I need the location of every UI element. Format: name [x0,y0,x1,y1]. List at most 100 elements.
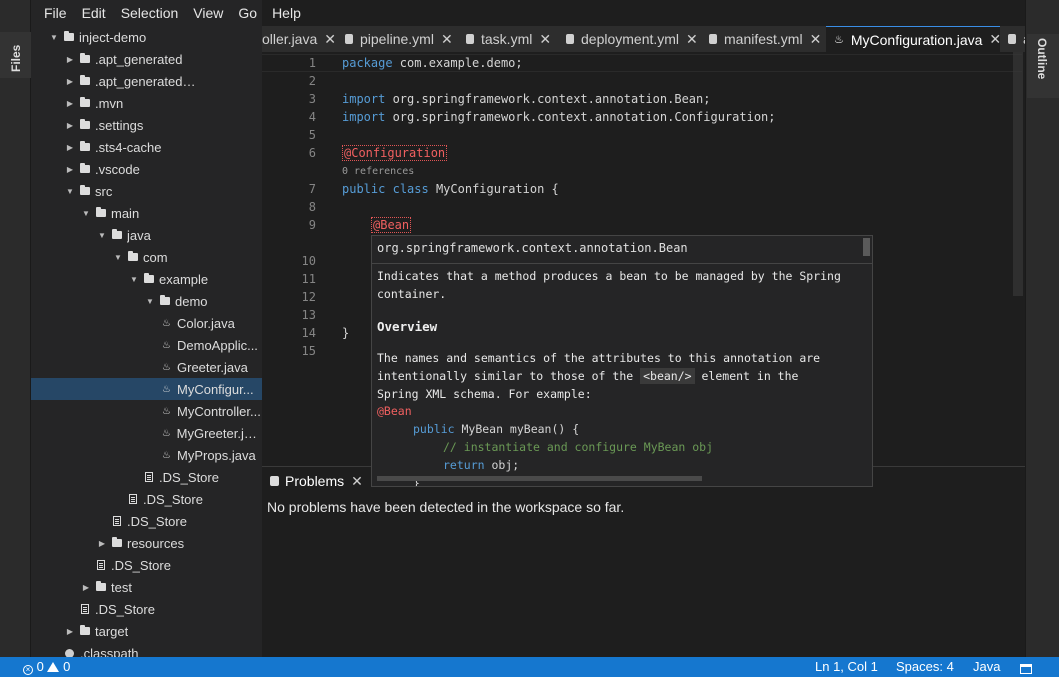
tree-file[interactable]: ♨ Color.java [31,312,262,334]
editor-tab[interactable]: manifest.yml ✕ [701,26,831,52]
tree-item-label: resources [127,535,185,551]
folder-icon [80,163,90,173]
chevron-right-icon[interactable]: ▶ [65,143,75,152]
tab-label: deployment.yml [581,31,680,47]
tree-file[interactable]: .DS_Store [31,598,262,620]
menu-help[interactable]: Help [272,5,301,21]
menu-view[interactable]: View [193,5,223,21]
tree-file[interactable]: ♨ Greeter.java [31,356,262,378]
chevron-down-icon[interactable]: ▼ [65,187,75,196]
tree-file[interactable]: ♨ MyConfigur... [31,378,262,400]
menu-bar: File Edit Selection View Go Help [31,0,301,26]
tree-folder[interactable]: ▼ src [31,180,262,202]
chevron-right-icon[interactable]: ▶ [65,165,75,174]
files-view-tab[interactable]: Files [0,32,31,78]
close-icon[interactable]: ✕ [324,31,336,48]
tree-item-label: .vscode [95,161,140,177]
tree-folder[interactable]: ▶ .sts4-cache [31,136,262,158]
close-icon[interactable]: ✕ [686,31,698,48]
chevron-down-icon[interactable]: ▼ [145,297,155,306]
problems-status[interactable]: × 0 0 [23,659,70,675]
close-icon[interactable]: ✕ [810,31,822,48]
tree-file[interactable]: .DS_Store [31,466,262,488]
chevron-right-icon[interactable]: ▶ [65,77,75,86]
chevron-right-icon[interactable]: ▶ [81,583,91,592]
editor-tab[interactable]: ♨ MyConfiguration.java ✕ [826,26,1011,52]
tree-folder[interactable]: ▼ inject-demo [31,26,262,48]
menu-file[interactable]: File [44,5,67,21]
editor-tab[interactable]: a [1000,26,1025,52]
document-icon [129,494,137,504]
chevron-down-icon[interactable]: ▼ [81,209,91,218]
tree-folder[interactable]: ▼ java [31,224,262,246]
tree-file[interactable]: .classpath [31,642,262,657]
tree-item-label: com [143,249,168,265]
keyword-return: return [443,458,485,472]
editor-scrollbar[interactable] [1013,52,1023,296]
tree-item-label: .sts4-cache [95,139,162,155]
tree-item-label: main [111,205,140,221]
hover-description-line: container. [377,287,447,301]
tree-folder[interactable]: ▶ .settings [31,114,262,136]
tree-file[interactable]: ♨ DemoApplic... [31,334,262,356]
hover-scrollbar[interactable] [863,238,870,256]
annotation-bean[interactable]: @Bean [371,217,412,233]
chevron-down-icon[interactable]: ▼ [113,253,123,262]
code-lens-references[interactable]: 0 references [342,166,414,178]
close-icon[interactable]: ✕ [351,473,363,490]
menu-selection[interactable]: Selection [121,5,179,21]
editor-tab[interactable]: task.yml ✕ [458,26,561,52]
tab-label: MyConfiguration.java [850,31,983,48]
problems-message: No problems have been detected in the wo… [267,499,625,515]
tree-folder[interactable]: ▶ .mvn [31,92,262,114]
tree-folder[interactable]: ▼ main [31,202,262,224]
tree-file[interactable]: .DS_Store [31,554,262,576]
right-activity-bar: Outline [1025,26,1059,657]
chevron-down-icon[interactable]: ▼ [49,33,59,42]
tree-file[interactable]: .DS_Store [31,510,262,532]
hover-horizontal-scrollbar[interactable] [377,476,702,481]
chevron-right-icon[interactable]: ▶ [65,627,75,636]
indentation-setting[interactable]: Spaces: 4 [896,659,954,674]
menu-go[interactable]: Go [238,5,257,21]
tree-file[interactable]: .DS_Store [31,488,262,510]
outline-view-tab[interactable]: Outline [1027,34,1059,98]
tree-file[interactable]: ♨ MyController... [31,400,262,422]
hover-divider [372,263,872,264]
editor-tab[interactable]: oller.java ✕ [262,26,345,52]
tree-item-label: demo [175,293,208,309]
code-line-3: import org.springframework.context.annot… [342,90,710,108]
tree-folder[interactable]: ▶ test [31,576,262,598]
toggle-panel-icon[interactable] [1020,661,1032,676]
problems-panel: Problems ✕ No problems have been detecte… [262,466,1025,657]
chevron-right-icon[interactable]: ▶ [97,539,107,548]
chevron-down-icon[interactable]: ▼ [97,231,107,240]
editor-tab[interactable]: deployment.yml ✕ [558,26,707,52]
chevron-down-icon[interactable]: ▼ [129,275,139,284]
tree-file[interactable]: ♨ MyGreeter.java [31,422,262,444]
tree-folder[interactable]: ▶ .vscode [31,158,262,180]
tab-problems[interactable]: Problems ✕ [262,467,371,495]
close-icon[interactable]: ✕ [441,31,453,48]
language-mode[interactable]: Java [973,659,1000,674]
editor-tab[interactable]: pipeline.yml ✕ [337,26,462,52]
tree-folder[interactable]: ▶ target [31,620,262,642]
menu-edit[interactable]: Edit [82,5,106,21]
java-file-icon: ♨ [162,383,171,395]
close-icon[interactable]: ✕ [539,31,551,48]
tree-folder[interactable]: ▼ com [31,246,262,268]
line-number: 1 [308,56,316,70]
annotation-configuration[interactable]: @Configuration [342,145,448,161]
chevron-right-icon[interactable]: ▶ [65,55,75,64]
tree-folder[interactable]: ▼ example [31,268,262,290]
file-icon [65,648,74,657]
tree-file[interactable]: ♨ MyProps.java [31,444,262,466]
line-number: 3 [308,92,316,106]
tree-folder[interactable]: ▶ .apt_generated_tests [31,70,262,92]
tree-folder[interactable]: ▶ resources [31,532,262,554]
tree-folder[interactable]: ▶ .apt_generated [31,48,262,70]
cursor-position[interactable]: Ln 1, Col 1 [815,659,878,674]
chevron-right-icon[interactable]: ▶ [65,99,75,108]
tree-folder[interactable]: ▼ demo [31,290,262,312]
chevron-right-icon[interactable]: ▶ [65,121,75,130]
